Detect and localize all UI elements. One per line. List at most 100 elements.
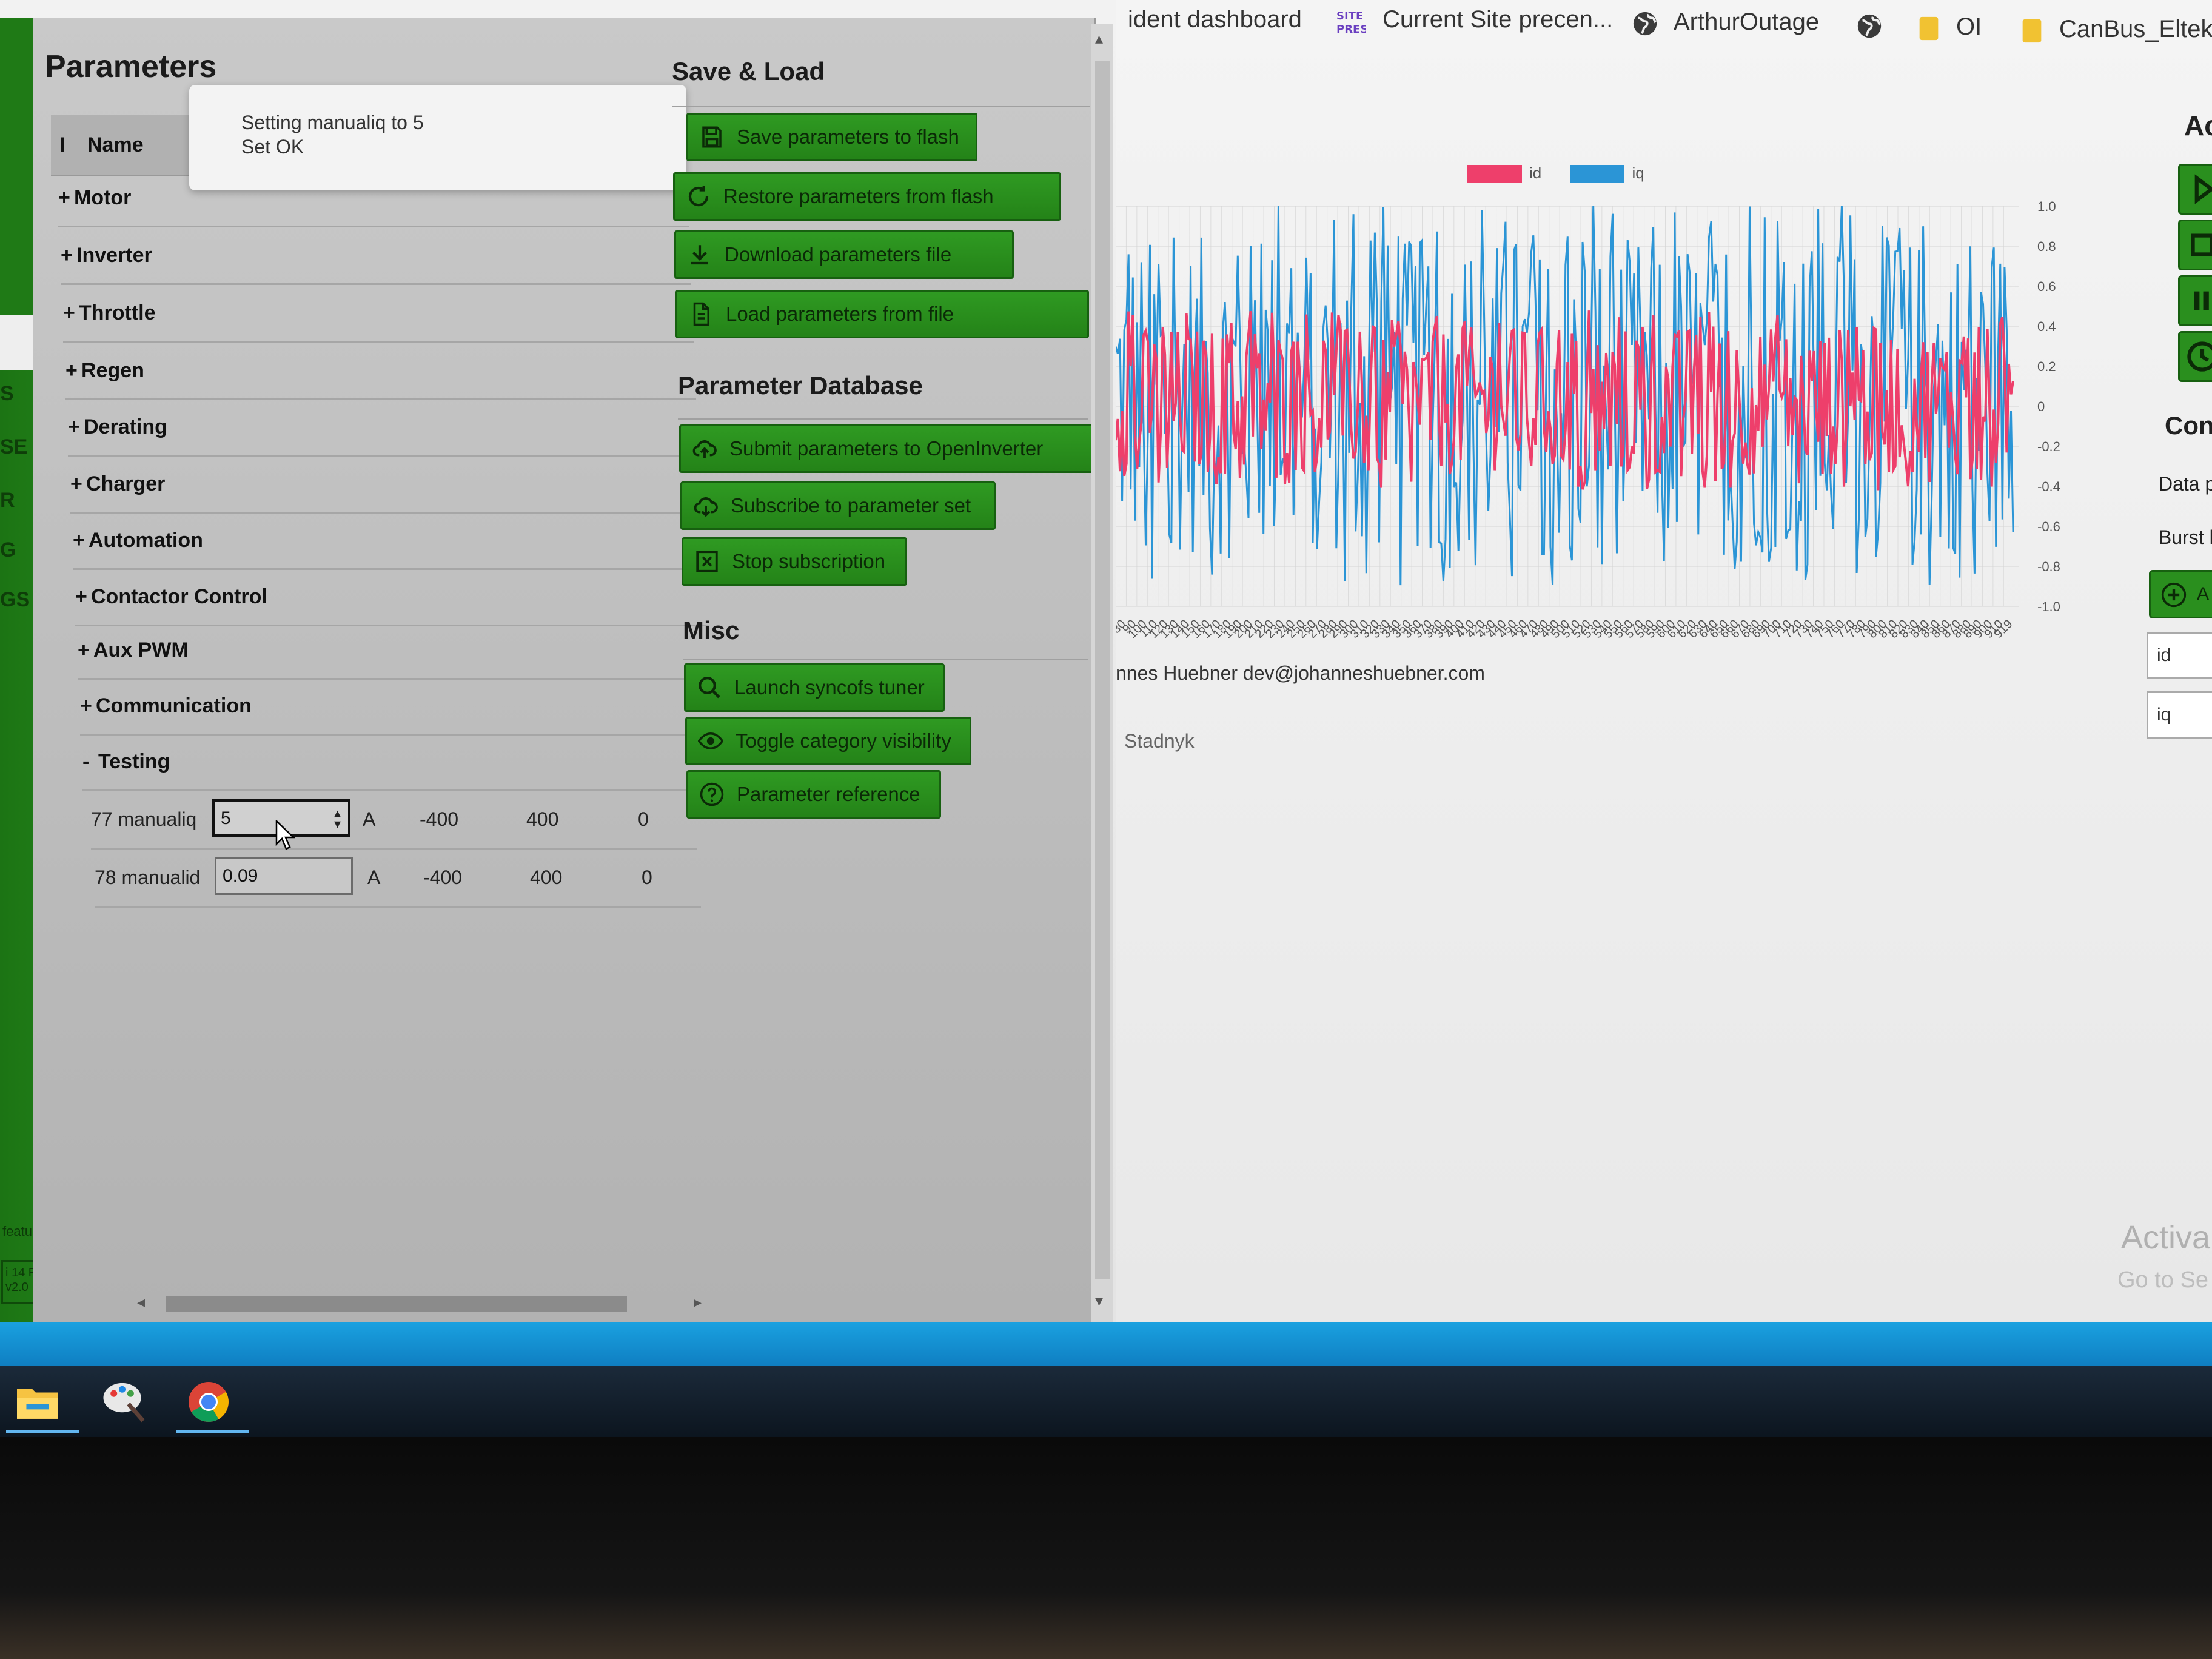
vertical-scrollbar[interactable]: ▴ ▾ bbox=[1091, 24, 1113, 1322]
timer-button[interactable] bbox=[2178, 331, 2212, 382]
taskbar-app[interactable] bbox=[170, 1373, 255, 1433]
signal-input-id[interactable]: id bbox=[2147, 632, 2212, 679]
divider bbox=[672, 106, 1090, 107]
signal-input-iq[interactable]: iq bbox=[2147, 691, 2212, 739]
category-contactor-control[interactable]: + Contactor Control bbox=[75, 569, 706, 626]
scroll-right-icon[interactable]: ▸ bbox=[694, 1293, 702, 1312]
desktop-strip bbox=[0, 1322, 2212, 1366]
clock-icon bbox=[2187, 341, 2212, 372]
manualid-input[interactable]: 0.09 bbox=[215, 857, 353, 895]
spinner-arrows-icon[interactable]: ▴ ▾ bbox=[334, 806, 341, 831]
submit-to-openinverter-button[interactable]: Submit parameters to OpenInverter bbox=[679, 424, 1110, 473]
save-to-flash-button[interactable]: Save parameters to flash bbox=[686, 113, 977, 161]
param-max: 400 bbox=[530, 866, 563, 888]
param-default: 0 bbox=[642, 866, 652, 888]
legend-label: id bbox=[1529, 164, 1542, 182]
bookmark[interactable]: ArthurOutage bbox=[1631, 2, 1819, 41]
y-tick-label: -0.6 bbox=[2037, 519, 2060, 534]
acquisition-title: Ac bbox=[2184, 110, 2212, 141]
category-testing[interactable]: - Testing bbox=[82, 734, 713, 791]
restore-from-flash-button[interactable]: Restore parameters from flash bbox=[673, 172, 1061, 221]
pause-button[interactable] bbox=[2178, 275, 2212, 326]
nav-item-fragment[interactable]: G bbox=[0, 538, 16, 562]
category-label: Throttle bbox=[79, 301, 156, 324]
save-icon bbox=[702, 126, 722, 148]
pause-icon bbox=[2194, 291, 2209, 310]
category-label: Regen bbox=[81, 359, 144, 382]
bookmarks-bar: ident dashboard SITE PRES Current Site pr… bbox=[1116, 0, 2212, 49]
bookmark-label: CanBus_Eltek bbox=[2059, 16, 2212, 42]
bookmark[interactable]: CanBus_Eltek bbox=[2019, 10, 2212, 49]
toggle-category-visibility-button[interactable]: Toggle category visibility bbox=[685, 717, 971, 765]
category-inverter[interactable]: + Inverter bbox=[61, 227, 691, 285]
section-title-parameter-database: Parameter Database bbox=[678, 371, 923, 400]
subscribe-parameter-set-button[interactable]: Subscribe to parameter set bbox=[680, 481, 996, 530]
folder-icon bbox=[2022, 19, 2042, 43]
param-max: 400 bbox=[526, 808, 559, 830]
nav-item-fragment[interactable]: SE bbox=[0, 435, 27, 459]
load-parameters-button[interactable]: Load parameters from file bbox=[675, 290, 1089, 338]
category-derating[interactable]: + Derating bbox=[68, 399, 699, 457]
category-label: Aux PWM bbox=[93, 638, 189, 662]
category-communication[interactable]: + Communication bbox=[80, 678, 711, 736]
param-name: 77 manualiq bbox=[91, 808, 197, 830]
active-indicator bbox=[176, 1430, 249, 1433]
scrollbar-thumb[interactable] bbox=[1095, 61, 1110, 1279]
bookmark-label: ident dashboard bbox=[1128, 6, 1302, 33]
category-label: Automation bbox=[89, 529, 203, 552]
column-header-id[interactable]: I bbox=[59, 133, 65, 157]
button-label: Load parameters from file bbox=[726, 303, 954, 325]
nav-item-fragment[interactable]: R bbox=[0, 489, 15, 512]
legend-swatch bbox=[1467, 165, 1522, 184]
button-label: Parameter reference bbox=[737, 783, 920, 805]
button-label: Download parameters file bbox=[725, 243, 952, 266]
param-default: 0 bbox=[638, 808, 649, 830]
scroll-up-icon[interactable]: ▴ bbox=[1095, 29, 1103, 48]
stop-icon bbox=[2191, 233, 2212, 256]
expand-icon: + bbox=[65, 359, 78, 382]
horizontal-scrollbar[interactable]: ◂ ▸ bbox=[130, 1292, 712, 1316]
stop-button[interactable] bbox=[2178, 220, 2212, 270]
bookmark[interactable] bbox=[1855, 5, 1898, 44]
taskbar-app[interactable] bbox=[0, 1373, 85, 1433]
start-button[interactable] bbox=[2178, 164, 2212, 215]
legend-item-iq[interactable]: iq bbox=[1570, 164, 1644, 184]
nav-item-fragment[interactable]: GS bbox=[0, 588, 30, 612]
taskbar-app[interactable] bbox=[85, 1373, 170, 1433]
scrollbar-thumb[interactable] bbox=[166, 1296, 627, 1312]
bookmark[interactable]: ident dashboard bbox=[1128, 0, 1302, 39]
category-label: Derating bbox=[84, 415, 167, 438]
nav-item-fragment[interactable]: S bbox=[0, 382, 14, 406]
monitor-screen: S SE R G GS features i 14 R-foc v2.0 Par… bbox=[0, 0, 2212, 1322]
category-aux-pwm[interactable]: + Aux PWM bbox=[78, 622, 708, 680]
download-parameters-button[interactable]: Download parameters file bbox=[674, 230, 1014, 279]
activation-watermark: Go to Se bbox=[2117, 1267, 2208, 1293]
param-unit: A bbox=[363, 808, 376, 830]
plot-chart[interactable]: 1.00.80.60.40.20-0.2-0.4-0.6-0.8-1.07080… bbox=[1116, 200, 2110, 649]
collapse-icon: - bbox=[82, 750, 90, 773]
scroll-left-icon[interactable]: ◂ bbox=[137, 1293, 145, 1312]
table-row: 77 manualiq 5 ▴ ▾ A -400 400 0 bbox=[91, 791, 697, 850]
y-tick-label: -0.4 bbox=[2037, 479, 2060, 494]
bookmark[interactable]: SITE PRES Current Site precen... bbox=[1334, 0, 1613, 39]
legend-item-id[interactable]: id bbox=[1467, 164, 1542, 184]
bookmark[interactable]: OI bbox=[1916, 7, 1982, 46]
param-min: -400 bbox=[420, 808, 459, 830]
scroll-down-icon[interactable]: ▾ bbox=[1095, 1292, 1103, 1310]
category-throttle[interactable]: + Throttle bbox=[63, 285, 694, 343]
site-pres-icon: SITEPRES bbox=[1336, 10, 1366, 36]
expand-icon: + bbox=[63, 301, 75, 324]
category-automation[interactable]: + Automation bbox=[73, 512, 703, 570]
column-header-name[interactable]: Name bbox=[87, 133, 144, 157]
toast-status: Set OK bbox=[241, 136, 304, 158]
category-charger[interactable]: + Charger bbox=[70, 456, 701, 514]
button-label: Toggle category visibility bbox=[736, 729, 951, 752]
button-label: Save parameters to flash bbox=[737, 126, 959, 148]
launch-syncofs-tuner-button[interactable]: Launch syncofs tuner bbox=[684, 663, 945, 712]
category-regen[interactable]: + Regen bbox=[65, 343, 696, 400]
bookmark-label: Current Site precen... bbox=[1382, 6, 1614, 33]
stop-subscription-button[interactable]: Stop subscription bbox=[682, 537, 907, 586]
add-signal-button[interactable]: A bbox=[2149, 570, 2212, 618]
parameter-reference-button[interactable]: Parameter reference bbox=[686, 770, 941, 819]
paint-icon bbox=[103, 1382, 145, 1423]
